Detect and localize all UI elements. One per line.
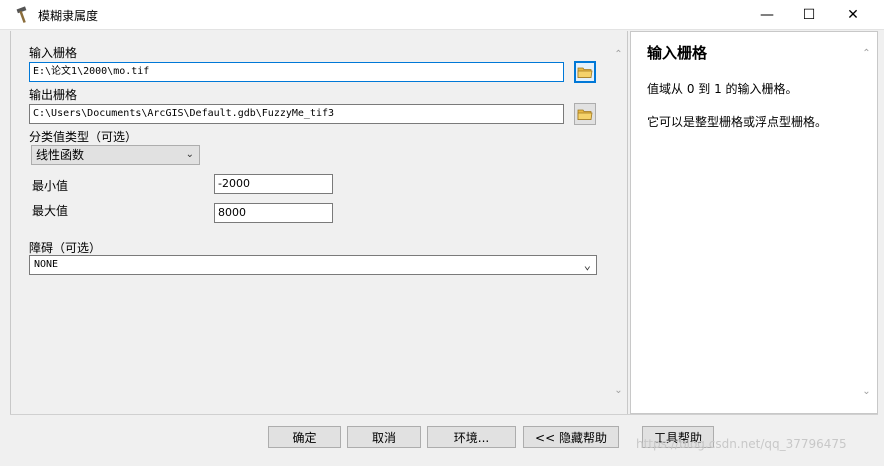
input-raster-browse-button[interactable]	[574, 61, 596, 83]
watermark-text: https://blog.csdn.net/qq_37796475	[636, 437, 847, 451]
help-line-1: 值域从 0 到 1 的输入栅格。	[647, 82, 798, 96]
folder-icon	[577, 67, 593, 78]
hammer-icon	[16, 6, 27, 23]
scroll-up-icon[interactable]: ⌃	[612, 49, 625, 61]
help-title: 输入栅格	[647, 44, 708, 62]
input-raster-field[interactable]: E:\论文1\2000\mo.tif	[29, 62, 564, 82]
cancel-button[interactable]: 取消	[347, 426, 421, 448]
maximize-button[interactable]: ☐	[786, 0, 832, 30]
close-button[interactable]: ✕	[830, 0, 876, 30]
scroll-down-icon[interactable]: ⌄	[612, 385, 625, 397]
minimize-button[interactable]: —	[744, 0, 790, 30]
chevron-down-icon: ⌄	[583, 258, 591, 272]
barrier-label: 障碍（可选）	[29, 241, 102, 255]
max-value-label: 最大值	[32, 204, 69, 218]
output-raster-field[interactable]: C:\Users\Documents\ArcGIS\Default.gdb\Fu…	[29, 104, 564, 124]
folder-icon	[577, 109, 593, 120]
membership-type-dropdown[interactable]: 线性函数 ⌄	[31, 145, 200, 165]
window-title: 模糊隶属度	[38, 9, 99, 23]
parameters-scrollbar[interactable]: ⌃ ⌄	[610, 31, 627, 414]
max-value-field[interactable]: 8000	[214, 203, 333, 223]
membership-type-label: 分类值类型（可选）	[29, 130, 138, 144]
help-scrollbar[interactable]: ⌃ ⌄	[858, 32, 875, 413]
title-bar: 模糊隶属度 — ☐ ✕	[0, 0, 884, 30]
min-value-label: 最小值	[32, 179, 69, 193]
barrier-value: NONE	[34, 259, 59, 270]
scroll-up-icon[interactable]: ⌃	[860, 48, 873, 60]
help-line-2: 它可以是整型栅格或浮点型栅格。	[647, 115, 828, 129]
environments-button[interactable]: 环境...	[427, 426, 516, 448]
ok-button[interactable]: 确定	[268, 426, 341, 448]
input-raster-label: 输入栅格	[29, 46, 78, 60]
scroll-down-icon[interactable]: ⌄	[860, 386, 873, 398]
hide-help-button[interactable]: << 隐藏帮助	[523, 426, 619, 448]
membership-type-value: 线性函数	[36, 148, 85, 162]
output-raster-browse-button[interactable]	[574, 103, 596, 125]
min-value-field[interactable]: -2000	[214, 174, 333, 194]
chevron-down-icon: ⌄	[185, 149, 194, 160]
help-panel: 输入栅格 值域从 0 到 1 的输入栅格。 它可以是整型栅格或浮点型栅格。 ⌃ …	[630, 31, 878, 414]
barrier-dropdown[interactable]: NONE ⌄	[29, 255, 597, 275]
output-raster-label: 输出栅格	[29, 88, 78, 102]
parameters-panel: 输入栅格 E:\论文1\2000\mo.tif 输出栅格 C:\Users\Do…	[10, 31, 628, 414]
